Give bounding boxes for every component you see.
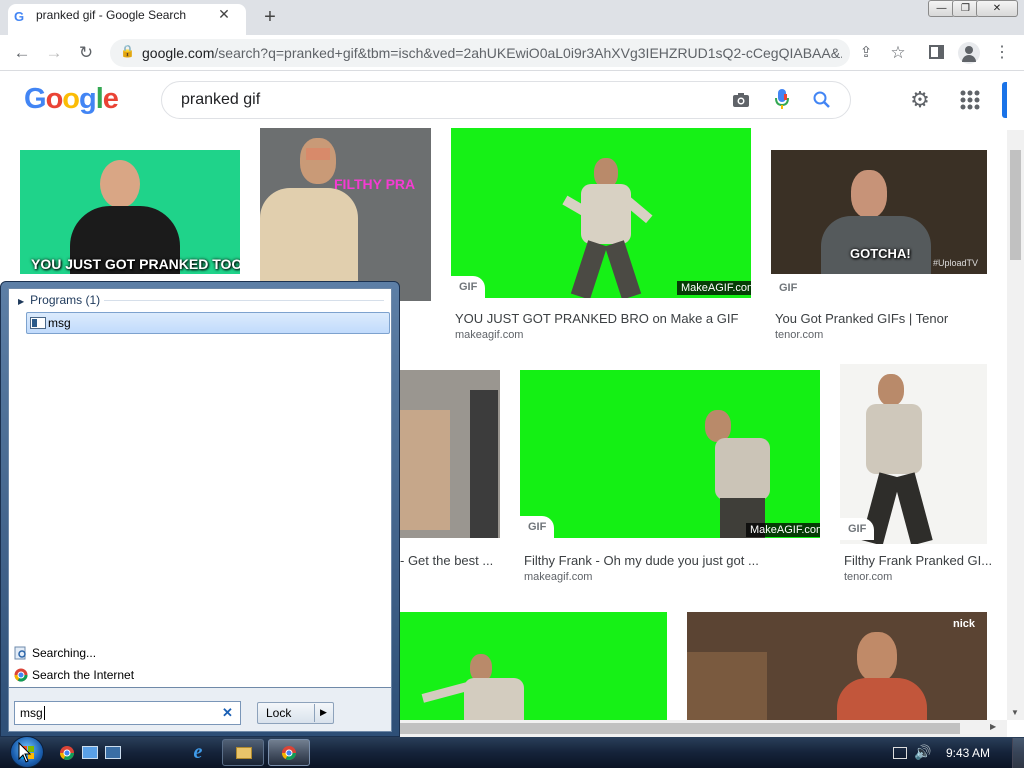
tab-close-icon[interactable]: ✕ xyxy=(214,4,234,24)
switch-windows-icon[interactable] xyxy=(105,746,121,759)
clear-search-icon[interactable]: ✕ xyxy=(222,705,233,721)
result-title[interactable]: Filthy Frank - Oh my dude you just got .… xyxy=(524,553,759,568)
maximize-button[interactable]: ❐ xyxy=(952,0,979,17)
new-tab-button[interactable]: + xyxy=(258,6,282,28)
result-title[interactable]: YOU JUST GOT PRANKED BRO on Make a GIF xyxy=(455,311,738,326)
chrome-icon xyxy=(282,746,296,760)
program-item-label: msg xyxy=(48,316,71,330)
show-desktop-icon[interactable] xyxy=(82,746,98,759)
share-icon[interactable]: ⇪ xyxy=(854,41,878,65)
volume-icon[interactable]: 🔊 xyxy=(914,744,931,761)
minimize-button[interactable]: — xyxy=(928,0,955,17)
url-text: google.com/search?q=pranked+gif&tbm=isch… xyxy=(142,45,842,61)
close-window-button[interactable]: ✕ xyxy=(976,0,1018,17)
mouse-cursor-icon xyxy=(18,742,32,763)
result-image-7[interactable]: GIF xyxy=(840,364,987,544)
gif-badge: GIF xyxy=(840,518,875,540)
result-caption: YOU JUST GOT PRANKED TOO! xyxy=(31,256,240,272)
network-icon[interactable] xyxy=(893,747,907,759)
taskbar xyxy=(0,737,1024,768)
lock-icon[interactable]: 🔒 xyxy=(120,44,135,58)
result-image-2[interactable]: FILTHY PRA xyxy=(260,128,431,301)
chrome-quicklaunch-icon[interactable] xyxy=(58,741,76,765)
gif-badge: GIF xyxy=(451,276,486,298)
reload-icon[interactable]: ↻ xyxy=(74,41,98,65)
watermark: #UploadTV xyxy=(933,258,979,268)
lock-options-arrow-icon[interactable]: ▶ xyxy=(320,707,327,718)
program-item-msg[interactable] xyxy=(26,312,390,334)
google-favicon-icon: G xyxy=(14,9,25,24)
lock-button-label: Lock xyxy=(266,706,292,720)
divider xyxy=(314,704,315,722)
nick-watermark: nick xyxy=(953,618,976,630)
console-app-icon xyxy=(30,317,46,329)
menu-kebab-icon[interactable]: ⋮ xyxy=(990,41,1014,65)
taskbar-chrome-button[interactable] xyxy=(268,739,310,766)
result-image-3[interactable]: GIF MakeAGIF.com xyxy=(451,128,751,298)
result-source: makeagif.com xyxy=(524,571,593,583)
show-desktop-button[interactable] xyxy=(1012,738,1024,768)
settings-gear-icon[interactable]: ⚙ xyxy=(907,87,933,113)
back-icon[interactable]: ← xyxy=(10,41,34,65)
vertical-scroll-thumb[interactable] xyxy=(1010,150,1021,260)
gif-badge: GIF xyxy=(520,516,555,538)
divider xyxy=(104,300,384,301)
microphone-icon[interactable] xyxy=(775,88,789,110)
start-menu-results-pane xyxy=(8,288,392,688)
result-image-8[interactable] xyxy=(400,612,667,720)
programs-group-header[interactable]: ▶ Programs (1) xyxy=(18,293,100,307)
result-image-6[interactable]: GIF MakeAGIF.com xyxy=(520,370,820,538)
result-caption: FILTHY PRA xyxy=(334,176,416,192)
result-image-9[interactable]: nick xyxy=(687,612,987,720)
result-image-4[interactable]: GOTCHA! #UploadTV xyxy=(771,150,987,274)
result-source: tenor.com xyxy=(844,571,893,583)
result-caption: GOTCHA! xyxy=(850,246,911,261)
gif-badge: GIF xyxy=(771,277,806,299)
start-search-input[interactable] xyxy=(14,701,241,725)
horizontal-scroll-thumb[interactable] xyxy=(395,723,960,734)
taskbar-explorer-button[interactable] xyxy=(222,739,264,766)
sign-in-edge[interactable] xyxy=(1002,82,1007,118)
scroll-down-arrow-icon[interactable]: ▼ xyxy=(1011,708,1019,717)
scroll-right-arrow-icon[interactable]: ▶ xyxy=(990,722,996,731)
search-query: pranked gif xyxy=(181,91,261,108)
profile-icon[interactable] xyxy=(958,42,980,64)
result-title[interactable]: - Get the best ... xyxy=(400,553,493,568)
chrome-icon xyxy=(14,668,28,682)
watermark: MakeAGIF.com xyxy=(746,523,820,537)
folder-icon xyxy=(236,747,252,759)
result-image-5[interactable] xyxy=(400,370,500,538)
tab-title: pranked gif - Google Search xyxy=(36,8,187,22)
internet-explorer-icon[interactable]: e xyxy=(186,741,210,765)
camera-icon[interactable] xyxy=(731,90,751,110)
searching-status: Searching... xyxy=(32,646,97,660)
start-search-value: msg xyxy=(20,706,45,720)
clock[interactable]: 9:43 AM xyxy=(946,746,990,760)
expand-triangle-icon: ▶ xyxy=(18,297,25,306)
bookmark-star-icon[interactable]: ☆ xyxy=(886,41,910,65)
side-panel-icon[interactable] xyxy=(929,45,944,59)
apps-grid-icon[interactable] xyxy=(957,87,983,113)
forward-icon[interactable]: → xyxy=(42,41,66,65)
watermark: MakeAGIF.com xyxy=(677,281,751,295)
result-source: makeagif.com xyxy=(455,329,524,341)
result-title[interactable]: You Got Pranked GIFs | Tenor xyxy=(775,311,948,326)
google-logo[interactable]: Google xyxy=(24,83,119,116)
result-source: tenor.com xyxy=(775,329,824,341)
result-image-1[interactable]: YOU JUST GOT PRANKED TOO! xyxy=(20,150,240,274)
result-title[interactable]: Filthy Frank Pranked GI... xyxy=(844,553,992,568)
search-the-internet-link[interactable]: Search the Internet xyxy=(32,668,134,682)
searching-magnifier-icon xyxy=(14,646,26,660)
search-icon[interactable] xyxy=(812,90,832,110)
